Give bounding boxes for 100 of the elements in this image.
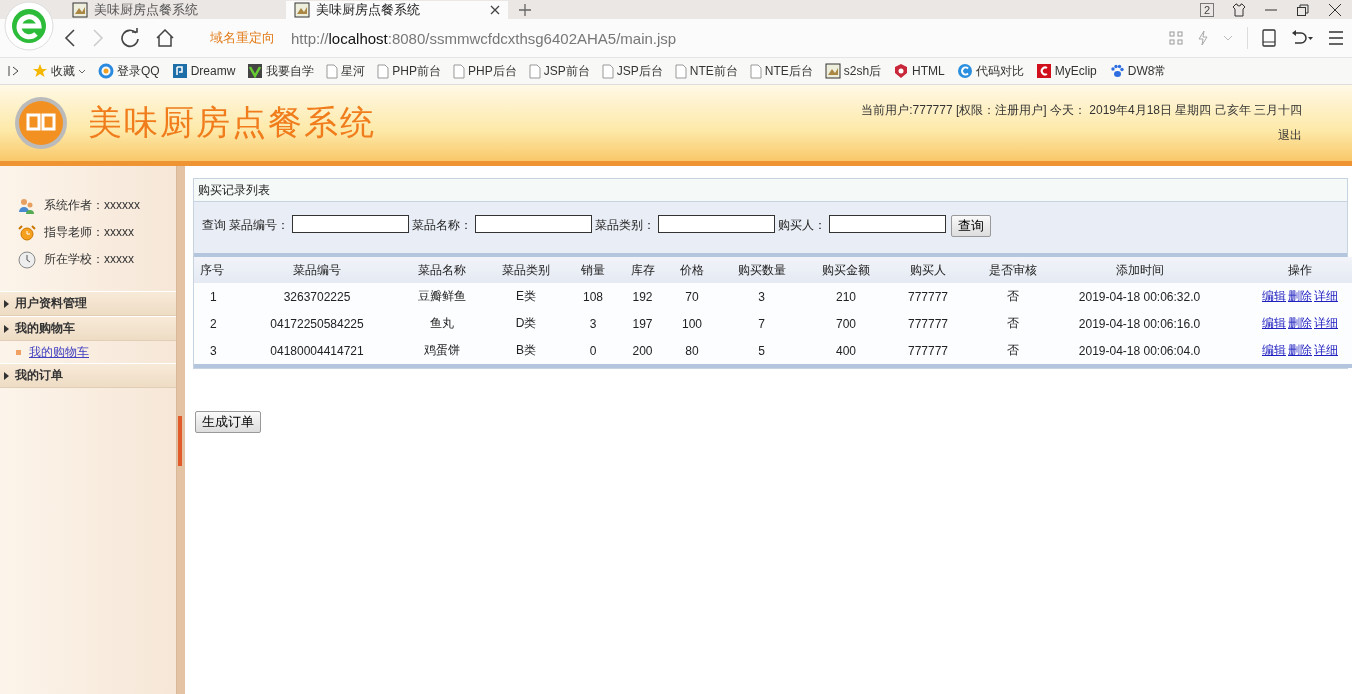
shield-logo-icon [893,63,910,79]
bullet-icon [16,349,21,355]
page-icon [601,63,614,79]
reload-icon[interactable] [120,28,140,48]
bookmark-item[interactable]: 我要自学 [247,62,315,80]
square-logo-icon [171,63,188,79]
bookmark-item[interactable]: PHP前台 [377,62,442,80]
column-header: 序号 [194,257,236,283]
shirt-icon[interactable] [1232,2,1246,17]
search-field[interactable] [658,215,775,233]
column-header: 操作 [1223,257,1352,283]
search-button[interactable]: 查询 [951,215,991,237]
bookmark-item[interactable]: 代码对比 [956,62,1024,80]
field-label: 菜品名称： [412,217,472,234]
info-text: 系统作者：xxxxxx [44,197,140,214]
page-icon [674,63,687,79]
submenu-link[interactable]: 我的购物车 [29,343,89,361]
logo-icon [14,96,68,150]
menu-icon[interactable] [1328,31,1344,45]
paw-icon [1108,63,1125,79]
action-link[interactable]: 详细 [1314,289,1338,303]
plus-icon[interactable] [518,3,532,17]
bookmark-item[interactable]: 星河 [326,62,366,80]
tab-count[interactable]: 2 [1199,2,1214,17]
picture-icon [824,63,841,79]
column-header: 是否审核 [969,257,1056,283]
users-icon [18,197,36,214]
tablet-icon[interactable] [1262,29,1276,47]
bookmark-item[interactable]: 收藏 [32,62,86,80]
bookmark-item[interactable]: 登录QQ [98,62,160,80]
back-icon[interactable] [64,29,76,47]
menu-item[interactable]: 我的购物车 [0,316,177,341]
caret-icon [4,324,9,333]
home-icon[interactable] [156,29,174,47]
bookmark-item[interactable]: JSP后台 [601,62,663,80]
bookmark-item[interactable]: HTML [893,63,945,79]
address-field[interactable]: http://localhost:8080/ssmmwcfdcxthsg6402AHA5/main.jsp [291,29,677,47]
search-field[interactable] [475,215,592,233]
panel-title: 购买记录列表 [198,181,270,199]
bookmark-item[interactable]: NTE后台 [749,62,813,80]
generate-order-button[interactable]: 生成订单 [195,411,261,433]
page-icon [528,63,541,79]
logout-link[interactable]: 退出 [1278,127,1302,144]
sidebar-toggle-icon[interactable] [8,65,20,77]
action-link[interactable]: 删除 [1288,343,1312,357]
action-link[interactable]: 编辑 [1262,343,1286,357]
column-header: 添加时间 [1056,257,1223,283]
search-field[interactable] [292,215,409,233]
browser-tab[interactable]: 美味厨房点餐系统 [286,1,508,19]
browser-logo-icon[interactable] [4,1,54,51]
column-header: 购买人 [887,257,969,283]
close-icon[interactable] [1328,2,1342,17]
page-icon [377,63,390,79]
restore-icon[interactable] [1296,2,1310,17]
column-header: 销量 [567,257,619,283]
column-header: 库存 [619,257,666,283]
column-header: 菜品编号 [236,257,398,283]
action-link[interactable]: 详细 [1314,343,1338,357]
splitter-handle[interactable] [178,416,183,466]
action-link[interactable]: 编辑 [1262,316,1286,330]
page-icon [326,63,339,79]
action-link[interactable]: 详细 [1314,316,1338,330]
column-header: 购买数量 [718,257,805,283]
column-header: 菜品名称 [398,257,485,283]
menu-item[interactable]: 我的订单 [0,363,177,388]
page-icon [749,63,762,79]
info-text: 指导老师：xxxxx [44,224,134,241]
bookmark-item[interactable]: JSP前台 [528,62,590,80]
bookmark-item[interactable]: MyEclip [1035,63,1097,79]
bookmark-item[interactable]: PHP后台 [453,62,517,80]
page-icon [453,63,466,79]
action-link[interactable]: 编辑 [1262,289,1286,303]
undo-icon[interactable] [1290,30,1314,46]
search-label: 查询 [202,217,226,234]
menu-item[interactable]: 用户资料管理 [0,291,177,316]
c-logo-icon [956,63,973,79]
bookmark-item[interactable]: Dreamw [171,63,236,79]
user-info-text: 当前用户:777777 [权限：注册用户] 今天： 2019年4月18日 星期四 己亥年 三月十四 [861,102,1302,119]
caret-icon [4,299,9,308]
browser-tab[interactable]: 美味厨房点餐系统 [64,1,286,19]
clock-icon [18,250,36,269]
column-header: 购买金额 [805,257,887,283]
v-logo-icon [247,63,264,79]
alarm-clock-icon [18,224,36,241]
close-icon[interactable] [490,5,500,15]
field-label: 购买人： [778,217,826,234]
info-text: 所在学校：xxxxx [44,251,134,268]
star-icon [32,63,48,79]
circle-logo-icon [98,63,114,79]
search-field[interactable] [829,215,946,233]
site-title: 美味厨房点餐系统 [88,101,376,144]
bookmark-item[interactable]: DW8常 [1108,62,1167,80]
bookmark-item[interactable]: s2sh后 [824,62,882,80]
chevron-down-icon [78,68,86,74]
action-link[interactable]: 删除 [1288,316,1312,330]
caret-icon [4,371,9,380]
field-label: 菜品编号： [229,217,289,234]
action-link[interactable]: 删除 [1288,289,1312,303]
bookmark-item[interactable]: NTE前台 [674,62,738,80]
column-header: 价格 [666,257,718,283]
